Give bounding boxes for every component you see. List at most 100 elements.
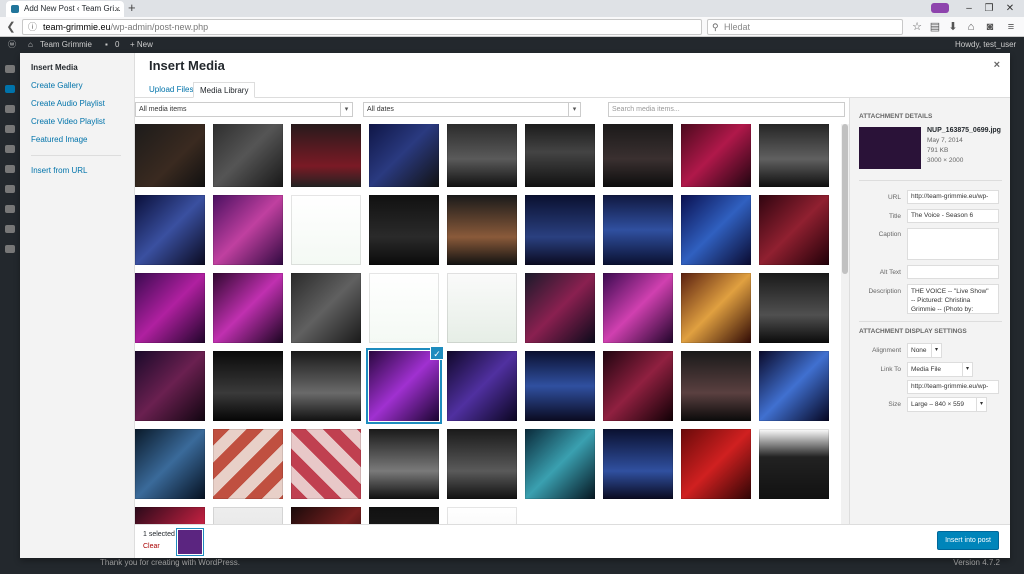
alignment-select[interactable]: None ▾ xyxy=(907,343,942,358)
media-attachment[interactable] xyxy=(525,429,595,499)
media-attachment[interactable] xyxy=(135,429,205,499)
media-attachment[interactable] xyxy=(759,124,829,187)
media-attachment[interactable] xyxy=(213,195,283,265)
media-attachment[interactable] xyxy=(525,124,595,187)
media-attachment[interactable] xyxy=(135,124,205,187)
plugins-icon[interactable] xyxy=(5,185,15,193)
description-field[interactable]: THE VOICE -- "Live Show" -- Pictured: Ch… xyxy=(907,284,999,314)
url-field[interactable]: http://team-grimmie.eu/wp- xyxy=(907,190,999,204)
tab-upload-files[interactable]: Upload Files xyxy=(143,82,199,98)
media-attachment[interactable] xyxy=(447,429,517,499)
media-attachment[interactable] xyxy=(213,124,283,187)
media-attachment[interactable] xyxy=(291,124,361,187)
media-attachment[interactable] xyxy=(369,273,439,343)
media-attachment[interactable] xyxy=(291,507,361,524)
browser-tab[interactable]: Add New Post ‹ Team Gri... × xyxy=(6,1,124,17)
pocket-icon[interactable]: ◙ xyxy=(983,20,997,34)
howdy-user[interactable]: Howdy, test_user xyxy=(955,37,1016,53)
new-content-link[interactable]: + New xyxy=(130,37,153,53)
comments-menu-icon[interactable] xyxy=(5,145,15,153)
media-attachment[interactable] xyxy=(369,507,439,524)
window-close-button[interactable]: ✕ xyxy=(996,0,1024,17)
alt-text-field[interactable] xyxy=(907,265,999,279)
media-attachment[interactable]: ✓ xyxy=(369,346,444,421)
insert-into-post-button[interactable]: Insert into post xyxy=(937,531,999,550)
media-attachment[interactable] xyxy=(759,195,829,265)
pages-icon[interactable] xyxy=(5,125,15,133)
new-tab-button[interactable]: + xyxy=(128,0,136,16)
media-attachment[interactable] xyxy=(525,273,595,343)
home-icon[interactable]: ⌂ xyxy=(964,20,978,34)
media-attachment[interactable] xyxy=(369,195,439,265)
address-bar[interactable]: ⓘ team-grimmie.eu/wp-admin/post-new.php … xyxy=(22,19,722,35)
media-attachment[interactable] xyxy=(291,273,361,343)
media-attachment[interactable] xyxy=(603,429,673,499)
media-attachment[interactable] xyxy=(369,429,439,499)
media-attachment[interactable] xyxy=(135,507,205,524)
media-attachment[interactable] xyxy=(135,195,205,265)
media-attachment[interactable] xyxy=(681,351,751,421)
appearance-icon[interactable] xyxy=(5,165,15,173)
link-url-field[interactable]: http://team-grimmie.eu/wp- xyxy=(907,380,999,394)
media-attachment[interactable] xyxy=(525,351,595,421)
menu-featured-image[interactable]: Featured Image xyxy=(31,135,87,144)
media-attachment[interactable] xyxy=(447,124,517,187)
menu-create-video-playlist[interactable]: Create Video Playlist xyxy=(31,117,105,126)
menu-create-gallery[interactable]: Create Gallery xyxy=(31,81,83,90)
site-name[interactable]: Team Grimmie xyxy=(40,37,92,53)
media-attachment[interactable] xyxy=(213,507,283,524)
media-attachment[interactable] xyxy=(681,195,751,265)
tab-media-library[interactable]: Media Library xyxy=(193,82,256,98)
selected-check-icon[interactable]: ✓ xyxy=(430,346,444,360)
back-icon[interactable]: ❮ xyxy=(4,20,18,34)
media-attachment[interactable] xyxy=(213,429,283,499)
bookmarks-library-icon[interactable]: ▤ xyxy=(928,20,942,34)
size-select[interactable]: Large – 840 × 559 ▾ xyxy=(907,397,987,412)
browser-search-input[interactable]: ⚲ Hledat xyxy=(707,19,903,35)
clear-selection-link[interactable]: Clear xyxy=(143,543,160,550)
media-attachment[interactable] xyxy=(369,124,439,187)
link-to-select[interactable]: Media File ▾ xyxy=(907,362,973,377)
menu-insert-from-url[interactable]: Insert from URL xyxy=(31,166,87,175)
menu-create-audio-playlist[interactable]: Create Audio Playlist xyxy=(31,99,105,108)
tools-icon[interactable] xyxy=(5,225,15,233)
media-attachment[interactable] xyxy=(759,273,829,343)
title-field[interactable]: The Voice - Season 6 xyxy=(907,209,999,223)
media-attachment[interactable] xyxy=(681,273,751,343)
posts-icon[interactable] xyxy=(5,85,15,93)
menu-insert-media[interactable]: Insert Media xyxy=(31,63,78,72)
media-attachment[interactable] xyxy=(447,507,517,524)
media-type-filter[interactable]: All media items ▾ xyxy=(135,102,353,117)
media-attachment[interactable] xyxy=(603,351,673,421)
comments-count[interactable]: 0 xyxy=(115,37,119,53)
site-info-icon[interactable]: ⓘ xyxy=(28,20,37,34)
media-attachment[interactable] xyxy=(603,273,673,343)
media-icon[interactable] xyxy=(5,105,15,113)
wordpress-logo-icon[interactable]: ⓦ xyxy=(8,37,16,53)
settings-icon[interactable] xyxy=(5,245,15,253)
media-attachment[interactable] xyxy=(759,351,829,421)
bookmark-star-icon[interactable]: ☆ xyxy=(910,20,924,34)
media-attachment[interactable] xyxy=(603,195,673,265)
media-attachment[interactable] xyxy=(447,195,517,265)
media-attachment[interactable] xyxy=(603,124,673,187)
users-icon[interactable] xyxy=(5,205,15,213)
media-attachment[interactable] xyxy=(291,351,361,421)
grid-scrollbar-thumb[interactable] xyxy=(842,124,848,274)
media-attachment[interactable] xyxy=(759,429,829,499)
media-attachment[interactable] xyxy=(213,351,283,421)
grid-scrollbar[interactable] xyxy=(841,124,849,524)
media-search-input[interactable]: Search media items... xyxy=(608,102,845,117)
dashboard-icon[interactable] xyxy=(5,65,15,73)
hamburger-menu-icon[interactable]: ≡ xyxy=(1004,20,1018,34)
selection-thumbnail[interactable] xyxy=(178,530,202,554)
tab-close-icon[interactable]: × xyxy=(115,1,120,17)
media-attachment[interactable] xyxy=(291,195,361,265)
media-attachment[interactable] xyxy=(447,273,517,343)
caption-field[interactable] xyxy=(907,228,999,260)
media-attachment[interactable] xyxy=(291,429,361,499)
media-attachment[interactable] xyxy=(135,273,205,343)
media-attachment[interactable] xyxy=(135,351,205,421)
media-attachment[interactable] xyxy=(681,429,751,499)
media-attachment[interactable] xyxy=(213,273,283,343)
